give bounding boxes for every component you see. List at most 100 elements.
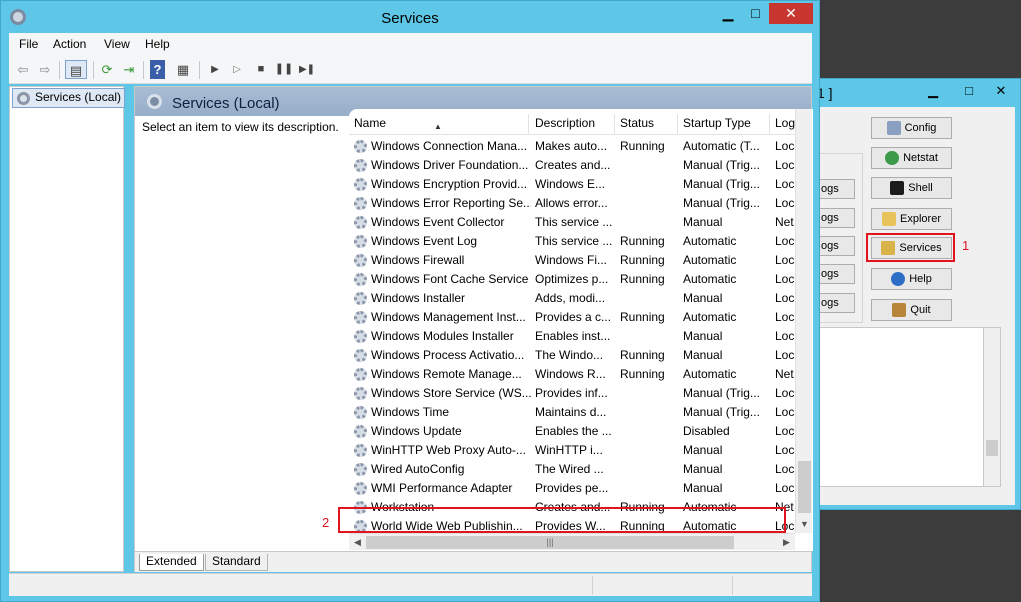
back-arrow-icon[interactable]: ⇦ [13,60,33,79]
service-row[interactable]: Windows Store Service (WS... Provides inf… [349,384,795,403]
service-row[interactable]: Windows Encryption Provid... Windows E...… [349,175,795,194]
world-wide-web-row-highlight-box [338,507,786,533]
terminal-icon [890,181,905,196]
forward-arrow-icon[interactable]: ⇨ [35,60,55,79]
service-row[interactable]: Windows Event Collector This service ... M… [349,213,795,232]
tool-output-scrollbar[interactable] [983,327,1001,487]
column-header-description[interactable]: Description [530,114,615,134]
tool-scroll-thumb[interactable] [986,440,998,456]
service-row[interactable]: Wired AutoConfig The Wired ... Manual Loc [349,460,795,479]
service-row[interactable]: Windows Font Cache Service Optimizes p...… [349,270,795,289]
column-header-row: Name ▲ Description Status Startup Type L… [349,109,795,135]
column-header-status[interactable]: Status [615,114,678,134]
menu-help[interactable]: Help [145,37,170,51]
quit-button[interactable]: Quit [871,299,952,321]
config-button[interactable]: Config [871,117,952,139]
service-name: Windows Font Cache Service [371,272,529,286]
column-header-startup-type[interactable]: Startup Type [678,114,770,134]
pause-service-icon[interactable]: ❚❚ [274,60,294,79]
service-status: Running [620,234,665,248]
service-name: Windows Connection Mana... [371,139,528,153]
shell-button[interactable]: Shell [871,177,952,199]
service-row[interactable]: Windows Event Log This service ... Running… [349,232,795,251]
service-row[interactable]: Windows Remote Manage... Windows R... Runn… [349,365,795,384]
tree-item-services-local[interactable]: Services (Local) [12,88,126,108]
explorer-button[interactable]: Explorer [871,208,952,230]
service-name: Windows Update [371,424,462,438]
service-row[interactable]: Windows Process Activatio... The Windo...… [349,346,795,365]
service-description: Provides inf... [535,386,608,400]
service-gear-icon [354,140,367,153]
service-status: Running [620,310,665,324]
service-row[interactable]: Windows Update Enables the ... Disabled Loc [349,422,795,441]
list-vertical-scrollbar[interactable]: ▼ [795,109,812,533]
service-gear-icon [354,178,367,191]
vertical-scroll-thumb[interactable] [798,461,811,513]
service-row[interactable]: Windows Error Reporting Se... Allows erro… [349,194,795,213]
service-row[interactable]: Windows Installer Adds, modi... Manual Loc [349,289,795,308]
service-status: Running [620,139,665,153]
tool-output-area[interactable] [819,327,1001,487]
menu-action[interactable]: Action [53,37,86,51]
column-header-log-on-as[interactable]: Log [770,114,795,134]
service-name: WinHTTP Web Proxy Auto-... [371,443,526,457]
column-header-name[interactable]: Name ▲ [349,114,529,134]
tab-extended[interactable]: Extended [139,554,204,571]
service-description: This service ... [535,215,613,229]
restart-service-icon[interactable]: ▶❚ [297,60,317,79]
service-description: Optimizes p... [535,272,609,286]
service-row[interactable]: Windows Management Inst... Provides a c..… [349,308,795,327]
scroll-left-arrow-icon[interactable]: ◀ [349,534,366,551]
service-log-on-as: Loc [775,177,795,191]
show-hide-console-tree-icon[interactable]: ▤ [65,60,87,79]
service-status: Running [620,348,665,362]
refresh-icon[interactable]: ⟳ [97,60,117,79]
menu-file[interactable]: File [19,37,38,51]
scroll-right-arrow-icon[interactable]: ▶ [778,534,795,551]
tab-standard[interactable]: Standard [205,554,268,571]
service-gear-icon [354,292,367,305]
help-icon[interactable]: ? [150,60,165,79]
tool-minimize-button[interactable]: ▁ [915,81,951,101]
tool-close-button[interactable]: ✕ [983,81,1019,101]
service-startup-type: Manual (Trig... [683,158,760,172]
title-bar[interactable]: Services ▁ □ ✕ [1,1,819,33]
service-row[interactable]: Windows Modules Installer Enables inst...… [349,327,795,346]
service-description: Windows R... [535,367,606,381]
close-button[interactable]: ✕ [769,3,813,24]
logs-button-2[interactable]: ogs [819,208,855,228]
service-row[interactable]: Windows Connection Mana... Makes auto... R… [349,137,795,156]
service-description: The Windo... [535,348,604,362]
export-list-icon[interactable]: ⇥ [119,60,139,79]
service-row[interactable]: Windows Driver Foundation... Creates and.… [349,156,795,175]
service-row[interactable]: Windows Time Maintains d... Manual (Trig..… [349,403,795,422]
logs-button-5[interactable]: ogs [819,293,855,313]
status-segment [592,576,732,595]
service-name: Windows Firewall [371,253,465,267]
netstat-button[interactable]: Netstat [871,147,952,169]
logs-button-3[interactable]: ogs [819,236,855,256]
tool-titlebar[interactable]: 1 ] ▁ □ ✕ [811,79,1020,105]
logs-button-1[interactable]: ogs [819,179,855,199]
horizontal-scroll-thumb[interactable]: ||| [366,536,734,549]
start-service-icon[interactable]: ▷ [227,60,247,79]
start-service-icon[interactable]: ▶ [205,60,225,79]
properties-icon[interactable]: ▦ [173,60,193,79]
service-gear-icon [354,254,367,267]
menu-view[interactable]: View [104,37,130,51]
logs-button-4[interactable]: ogs [819,264,855,284]
service-row[interactable]: WinHTTP Web Proxy Auto-... WinHTTP i... Ma… [349,441,795,460]
tool-maximize-button[interactable]: □ [951,81,987,101]
minimize-button[interactable]: ▁ [714,3,742,24]
service-row[interactable]: WMI Performance Adapter Provides pe... Man… [349,479,795,498]
help-icon [891,272,906,287]
list-horizontal-scrollbar[interactable]: ◀ ||| ▶ [349,533,795,550]
service-description: This service ... [535,234,613,248]
help-button[interactable]: Help [871,268,952,290]
service-row[interactable]: Windows Firewall Windows Fi... Running Auto… [349,251,795,270]
services-gear-icon [147,94,162,109]
service-gear-icon [354,444,367,457]
scroll-down-arrow-icon[interactable]: ▼ [796,516,813,533]
stop-service-icon[interactable]: ■ [251,60,271,79]
maximize-button[interactable]: □ [742,3,769,24]
